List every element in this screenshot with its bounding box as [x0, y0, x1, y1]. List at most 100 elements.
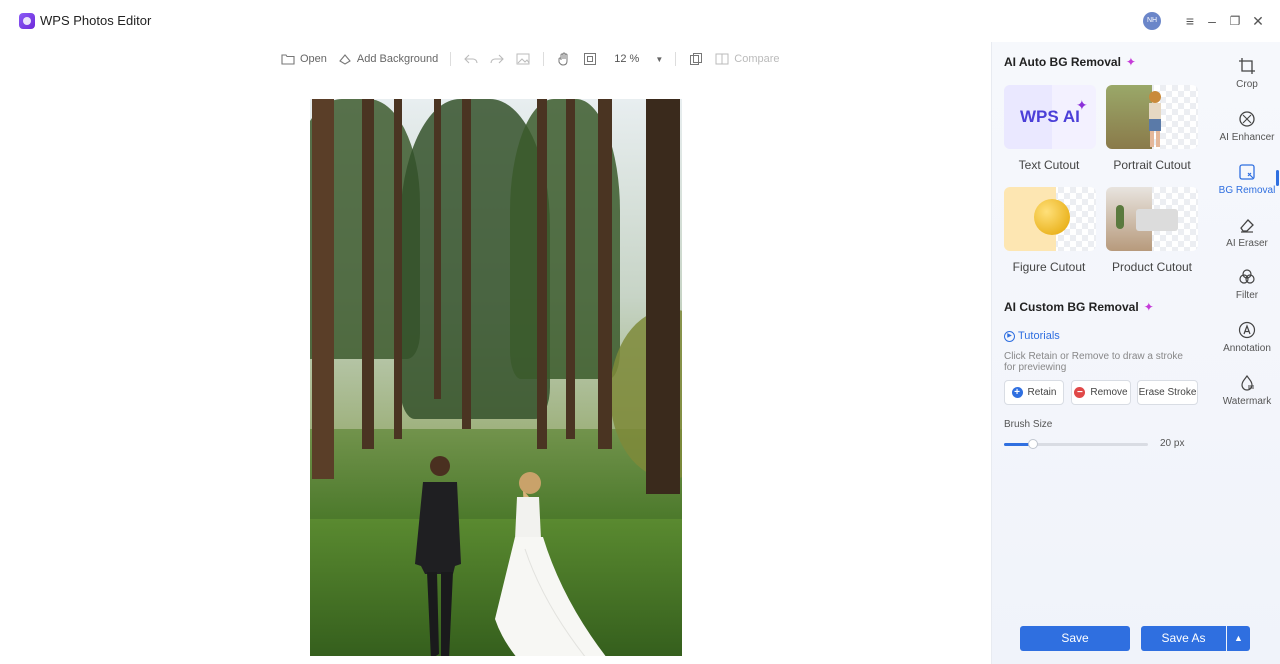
figure-cutout-card[interactable]: [1004, 187, 1096, 251]
tool-annotation[interactable]: Annotation: [1216, 321, 1278, 354]
copy-icon: [688, 51, 704, 67]
remove-label: Remove: [1090, 387, 1128, 398]
avatar[interactable]: NH: [1143, 12, 1161, 30]
save-as-button[interactable]: Save As: [1141, 626, 1226, 651]
undo-icon: [463, 51, 479, 67]
tool-ai-enhancer[interactable]: AI Enhancer: [1216, 110, 1278, 143]
canvas-toolbar: Open Add Background 12 % ▼ Compare: [280, 49, 790, 69]
brush-size-label: Brush Size: [1004, 419, 1053, 430]
hand-icon: [556, 51, 572, 67]
bg-removal-icon: [1239, 164, 1255, 180]
tutorials-link[interactable]: ▶ Tutorials: [1004, 330, 1060, 342]
toolbar-divider: [450, 52, 452, 66]
sparkle-icon: ✦: [1076, 97, 1088, 113]
zoom-value: 12 %: [614, 53, 640, 65]
compare-button[interactable]: Compare: [714, 49, 780, 69]
erase-stroke-label: Erase Stroke: [1138, 387, 1197, 398]
plus-icon: +: [1011, 387, 1023, 398]
tool-bg-removal-label: BG Removal: [1218, 185, 1276, 196]
groom-figure: [415, 456, 461, 656]
tool-annotation-label: Annotation: [1223, 343, 1271, 354]
tool-bg-removal[interactable]: BG Removal: [1216, 163, 1278, 196]
app-title: WPS Photos Editor: [40, 13, 152, 28]
tree-trunk: [537, 99, 547, 449]
tool-watermark-label: Watermark: [1222, 396, 1272, 407]
app-logo: [19, 13, 35, 29]
open-label: Open: [300, 53, 327, 65]
plant-figure: [1116, 205, 1124, 229]
custom-bg-removal-title: AI Custom BG Removal ✦: [1004, 300, 1154, 314]
menu-icon[interactable]: ≡: [1181, 12, 1199, 30]
sparkle-icon: ✦: [1125, 55, 1136, 69]
brush-size-slider[interactable]: [1004, 439, 1148, 449]
copy-button[interactable]: [688, 49, 704, 69]
eraser-icon: [1240, 219, 1254, 233]
tree-trunk: [434, 99, 441, 399]
image-button[interactable]: [515, 49, 531, 69]
play-icon: ▶: [1004, 330, 1015, 342]
fit-screen-icon: [582, 51, 598, 67]
product-cutout-label: Product Cutout: [1111, 260, 1193, 274]
redo-icon: [489, 51, 505, 67]
compare-icon: [714, 51, 730, 67]
portrait-cutout-label: Portrait Cutout: [1113, 158, 1191, 172]
remove-button[interactable]: − Remove: [1071, 380, 1131, 405]
text-cutout-label: Text Cutout: [1018, 158, 1080, 172]
bride-figure: [495, 472, 606, 656]
portrait-cutout-card[interactable]: [1106, 85, 1198, 149]
tool-crop-label: Crop: [1236, 79, 1258, 90]
sparkle-icon: ✦: [1143, 300, 1154, 314]
tool-filter[interactable]: Filter: [1216, 268, 1278, 301]
photo-canvas[interactable]: [310, 99, 682, 656]
tree-trunk: [462, 99, 471, 429]
ai-enhancer-icon: [1239, 111, 1255, 127]
zoom-select[interactable]: 12 % ▼: [608, 49, 663, 69]
compare-label: Compare: [734, 53, 780, 65]
background-icon: [337, 51, 353, 67]
undo-button[interactable]: [463, 49, 479, 69]
crop-icon: [1239, 58, 1255, 74]
chevron-up-icon: ▲: [1234, 633, 1243, 643]
tree-trunk: [598, 99, 612, 449]
filter-icon: [1239, 269, 1255, 284]
save-button[interactable]: Save: [1020, 626, 1130, 651]
slider-thumb[interactable]: [1027, 439, 1038, 449]
wps-ai-logo: WPS AI: [1020, 107, 1080, 126]
add-background-label: Add Background: [356, 53, 439, 65]
fit-screen-button[interactable]: [582, 49, 598, 69]
minimize-icon[interactable]: –: [1203, 12, 1221, 30]
tool-ai-eraser-label: AI Eraser: [1226, 238, 1268, 249]
save-as-dropdown-button[interactable]: ▲: [1227, 626, 1250, 651]
product-cutout-card[interactable]: [1106, 187, 1198, 251]
annotation-icon: [1238, 321, 1256, 339]
auto-bg-removal-title: AI Auto BG Removal ✦: [1004, 55, 1136, 69]
tutorials-label: Tutorials: [1018, 330, 1060, 342]
tool-ai-eraser[interactable]: AI Eraser: [1216, 216, 1278, 249]
close-icon[interactable]: ✕: [1249, 12, 1267, 30]
watermark-icon: [1241, 375, 1254, 391]
tool-crop[interactable]: Crop: [1216, 57, 1278, 90]
text-cutout-card[interactable]: WPS AI ✦: [1004, 85, 1096, 149]
restore-icon[interactable]: ❐: [1226, 12, 1244, 30]
figure-cutout-label: Figure Cutout: [1012, 260, 1086, 274]
redo-button[interactable]: [489, 49, 505, 69]
erase-stroke-button[interactable]: Erase Stroke: [1137, 380, 1198, 405]
folder-icon: [280, 51, 296, 67]
tree-trunk: [646, 99, 680, 494]
chevron-down-icon: ▼: [655, 54, 664, 64]
tool-filter-label: Filter: [1235, 290, 1259, 301]
sphere-figure: [1034, 199, 1070, 235]
brush-size-value: 20 px: [1160, 438, 1185, 449]
hand-tool-button[interactable]: [556, 49, 572, 69]
tree-trunk: [312, 99, 334, 479]
image-icon: [515, 51, 531, 67]
open-button[interactable]: Open: [280, 49, 327, 69]
add-background-button[interactable]: Add Background: [337, 49, 438, 69]
retain-label: Retain: [1027, 387, 1057, 398]
tree-trunk: [362, 99, 374, 449]
active-tool-indicator: [1276, 170, 1279, 186]
tool-watermark[interactable]: Watermark: [1216, 374, 1278, 407]
toolbar-divider: [675, 52, 677, 66]
sofa-figure: [1136, 209, 1178, 231]
retain-button[interactable]: + Retain: [1004, 380, 1064, 405]
